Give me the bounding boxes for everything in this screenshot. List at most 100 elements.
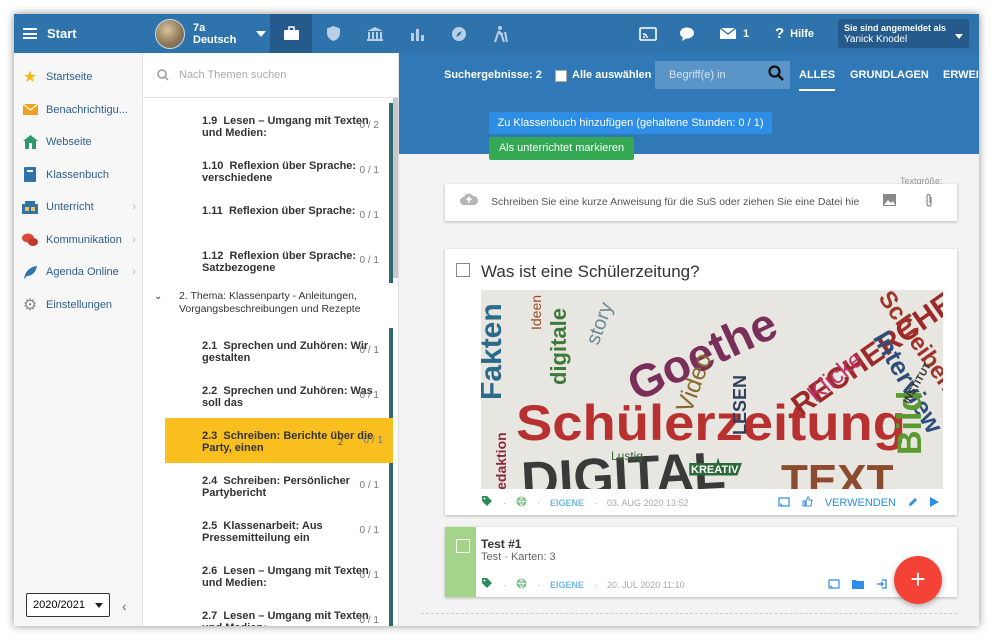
- paperclip-icon[interactable]: [925, 193, 933, 211]
- cast-icon[interactable]: [639, 14, 657, 53]
- card-checkbox[interactable]: [456, 539, 470, 553]
- folder-icon[interactable]: [852, 579, 864, 592]
- topic-item-selected[interactable]: 2.3 Schreiben: Berichte über die Party, …: [165, 418, 393, 463]
- tag-icon[interactable]: [481, 495, 493, 510]
- topic-item[interactable]: 2.5 Klassenarbeit: Aus Pressemitteilung …: [165, 508, 393, 553]
- wordart-word: Ideen: [528, 295, 544, 330]
- wordart-word: digitale: [546, 308, 571, 385]
- divider: [421, 613, 957, 614]
- scrollbar[interactable]: [393, 98, 398, 278]
- thumbs-up-icon[interactable]: [802, 496, 813, 510]
- globe-icon: [516, 496, 527, 509]
- sidebar-item-klassenbuch[interactable]: Klassenbuch: [14, 159, 142, 192]
- shield-icon[interactable]: [312, 14, 354, 53]
- content-card[interactable]: Was ist eine Schülerzeitung? DIGITAL TEX…: [445, 249, 957, 515]
- topic-item[interactable]: 2.6 Lesen – Umgang mit Texten und Medien…: [165, 553, 393, 598]
- card-title: Test #1: [481, 537, 522, 551]
- sidebar-item-kommunikation[interactable]: Kommunikation ›: [14, 224, 142, 257]
- select-all-checkbox[interactable]: [555, 70, 567, 82]
- tab-erweitert[interactable]: ERWEI: [943, 69, 979, 81]
- separator-dot: ·: [503, 579, 506, 590]
- start-menu-button[interactable]: Start: [14, 14, 143, 53]
- card-date: 20. JUL 2020 11:10: [607, 579, 685, 590]
- sidebar-item-unterricht[interactable]: Unterricht ›: [14, 191, 142, 224]
- instruction-upload-field[interactable]: Schreiben Sie eine kurze Anweisung für d…: [445, 184, 957, 221]
- wordart-word: KREATIV: [691, 464, 739, 476]
- tag-icon[interactable]: [481, 577, 493, 592]
- add-to-classbook-button[interactable]: Zu Klassenbuch hinzufügen (gehaltene Stu…: [489, 112, 772, 134]
- use-button[interactable]: VERWENDEN: [825, 497, 896, 509]
- tab-grundlagen[interactable]: GRUNDLAGEN: [850, 69, 929, 81]
- add-fab-button[interactable]: +: [894, 556, 942, 604]
- topic-count: 0 / 1: [363, 435, 383, 446]
- sidebar-item-webseite[interactable]: Webseite: [14, 126, 142, 159]
- topic-title: Sprechen und Zuhören: Was soll das: [202, 385, 373, 409]
- sidebar-item-einstellungen[interactable]: ⚙ Einstellungen: [14, 289, 142, 322]
- topic-item[interactable]: 2.4 Schreiben: Persönlicher Partybericht…: [165, 463, 393, 508]
- topic-item[interactable]: 1.9 Lesen – Umgang mit Texten und Medien…: [165, 103, 393, 148]
- topic-count: 0 / 1: [359, 570, 379, 581]
- compass-icon[interactable]: [438, 14, 480, 53]
- topic-title: Reflexion über Sprache: verschiedene: [202, 160, 357, 184]
- theme-header[interactable]: ⌄ 2. Thema: Klassenparty - Anleitungen, …: [143, 286, 395, 331]
- school-year-select[interactable]: 2020/2021: [26, 593, 110, 617]
- wordart-word: Redaktion: [493, 432, 509, 489]
- topic-item[interactable]: 2.1 Sprechen und Zuhören: Wir gestalten …: [165, 328, 393, 373]
- topic-code: 2.6: [202, 565, 218, 577]
- results-header: Suchergebnisse: 2 Alle auswählen Begriff…: [399, 53, 979, 160]
- school-icon: [22, 199, 38, 215]
- topic-title: Lesen – Umgang mit Texten und Medien:: [202, 610, 369, 626]
- messages-button[interactable]: 1: [719, 14, 749, 53]
- topic-item[interactable]: 1.10 Reflexion über Sprache: verschieden…: [165, 148, 393, 193]
- topic-code: 1.12: [202, 250, 224, 262]
- chevron-right-icon: ›: [132, 266, 136, 279]
- home-icon: [22, 134, 38, 150]
- results-count: Suchergebnisse: 2: [444, 69, 542, 81]
- sidebar-item-benachrichtigungen[interactable]: Benachrichtigu...: [14, 94, 142, 127]
- chat-icon[interactable]: [679, 14, 697, 53]
- topic-item[interactable]: 1.12 Reflexion über Sprache: Satzbezogen…: [165, 238, 393, 283]
- wordart-word: Lustig: [611, 449, 643, 463]
- tab-alles[interactable]: ALLES: [799, 69, 836, 91]
- separator-dot: ·: [537, 579, 540, 590]
- topic-title: Reflexion über Sprache: Satzbezogene: [202, 250, 357, 274]
- hiking-icon[interactable]: [480, 14, 522, 53]
- user-menu[interactable]: Sie sind angemeldet als Yanick Knodel: [838, 19, 969, 48]
- sidebar-item-agenda-online[interactable]: Agenda Online ›: [14, 256, 142, 289]
- play-icon[interactable]: [930, 496, 939, 510]
- topic-item[interactable]: 1.11 Reflexion über Sprache: 0 / 1: [165, 193, 393, 238]
- sidebar-item-label: Kommunikation: [46, 233, 122, 246]
- topic-search-input[interactable]: Nach Themen suchen: [143, 53, 398, 98]
- cast-icon[interactable]: [778, 496, 790, 510]
- topic-item[interactable]: 2.2 Sprechen und Zuhören: Was soll das 0…: [165, 373, 393, 418]
- sidebar-item-label: Einstellungen: [46, 298, 113, 311]
- pencil-icon[interactable]: [908, 497, 918, 510]
- user-label: Sie sind angemeldet als: [844, 23, 947, 33]
- sidebar-item-startseite[interactable]: ★ Startseite: [14, 61, 142, 94]
- class-selector[interactable]: 7a Deutsch: [155, 19, 267, 49]
- topic-title: Reflexion über Sprache:: [228, 205, 356, 217]
- search-input[interactable]: Begriff(e) in: [655, 61, 790, 89]
- menu-icon: [23, 28, 37, 39]
- topic-count: 0 / 1: [359, 525, 379, 536]
- mark-taught-button[interactable]: Als unterrichtet markieren: [489, 137, 634, 160]
- briefcase-icon[interactable]: [270, 14, 312, 53]
- chevron-left-icon[interactable]: ‹: [122, 598, 127, 614]
- login-icon[interactable]: [876, 579, 887, 592]
- bar-chart-icon[interactable]: [396, 14, 438, 53]
- topic-item[interactable]: 2.7 Lesen – Umgang mit Texten und Medien…: [165, 598, 393, 626]
- institution-icon[interactable]: [354, 14, 396, 53]
- cast-icon[interactable]: [828, 579, 840, 592]
- card-checkbox[interactable]: [456, 263, 470, 277]
- content-card[interactable]: Test #1 Test · Karten: 3 · · EIGENE · 20…: [445, 527, 957, 597]
- image-icon[interactable]: [883, 194, 896, 209]
- help-button[interactable]: ? Hilfe: [775, 14, 814, 53]
- topic-count: 0 / 1: [359, 615, 379, 626]
- chevron-down-icon: ⌄: [154, 291, 163, 302]
- envelope-icon: [22, 102, 38, 118]
- feather-icon: [22, 264, 38, 280]
- topic-title: Klassenarbeit: Aus Pressemitteilung ein: [202, 520, 323, 544]
- topic-title: Lesen – Umgang mit Texten und Medien:: [202, 115, 369, 139]
- class-subject: Deutsch: [193, 34, 237, 46]
- search-icon[interactable]: [768, 65, 784, 86]
